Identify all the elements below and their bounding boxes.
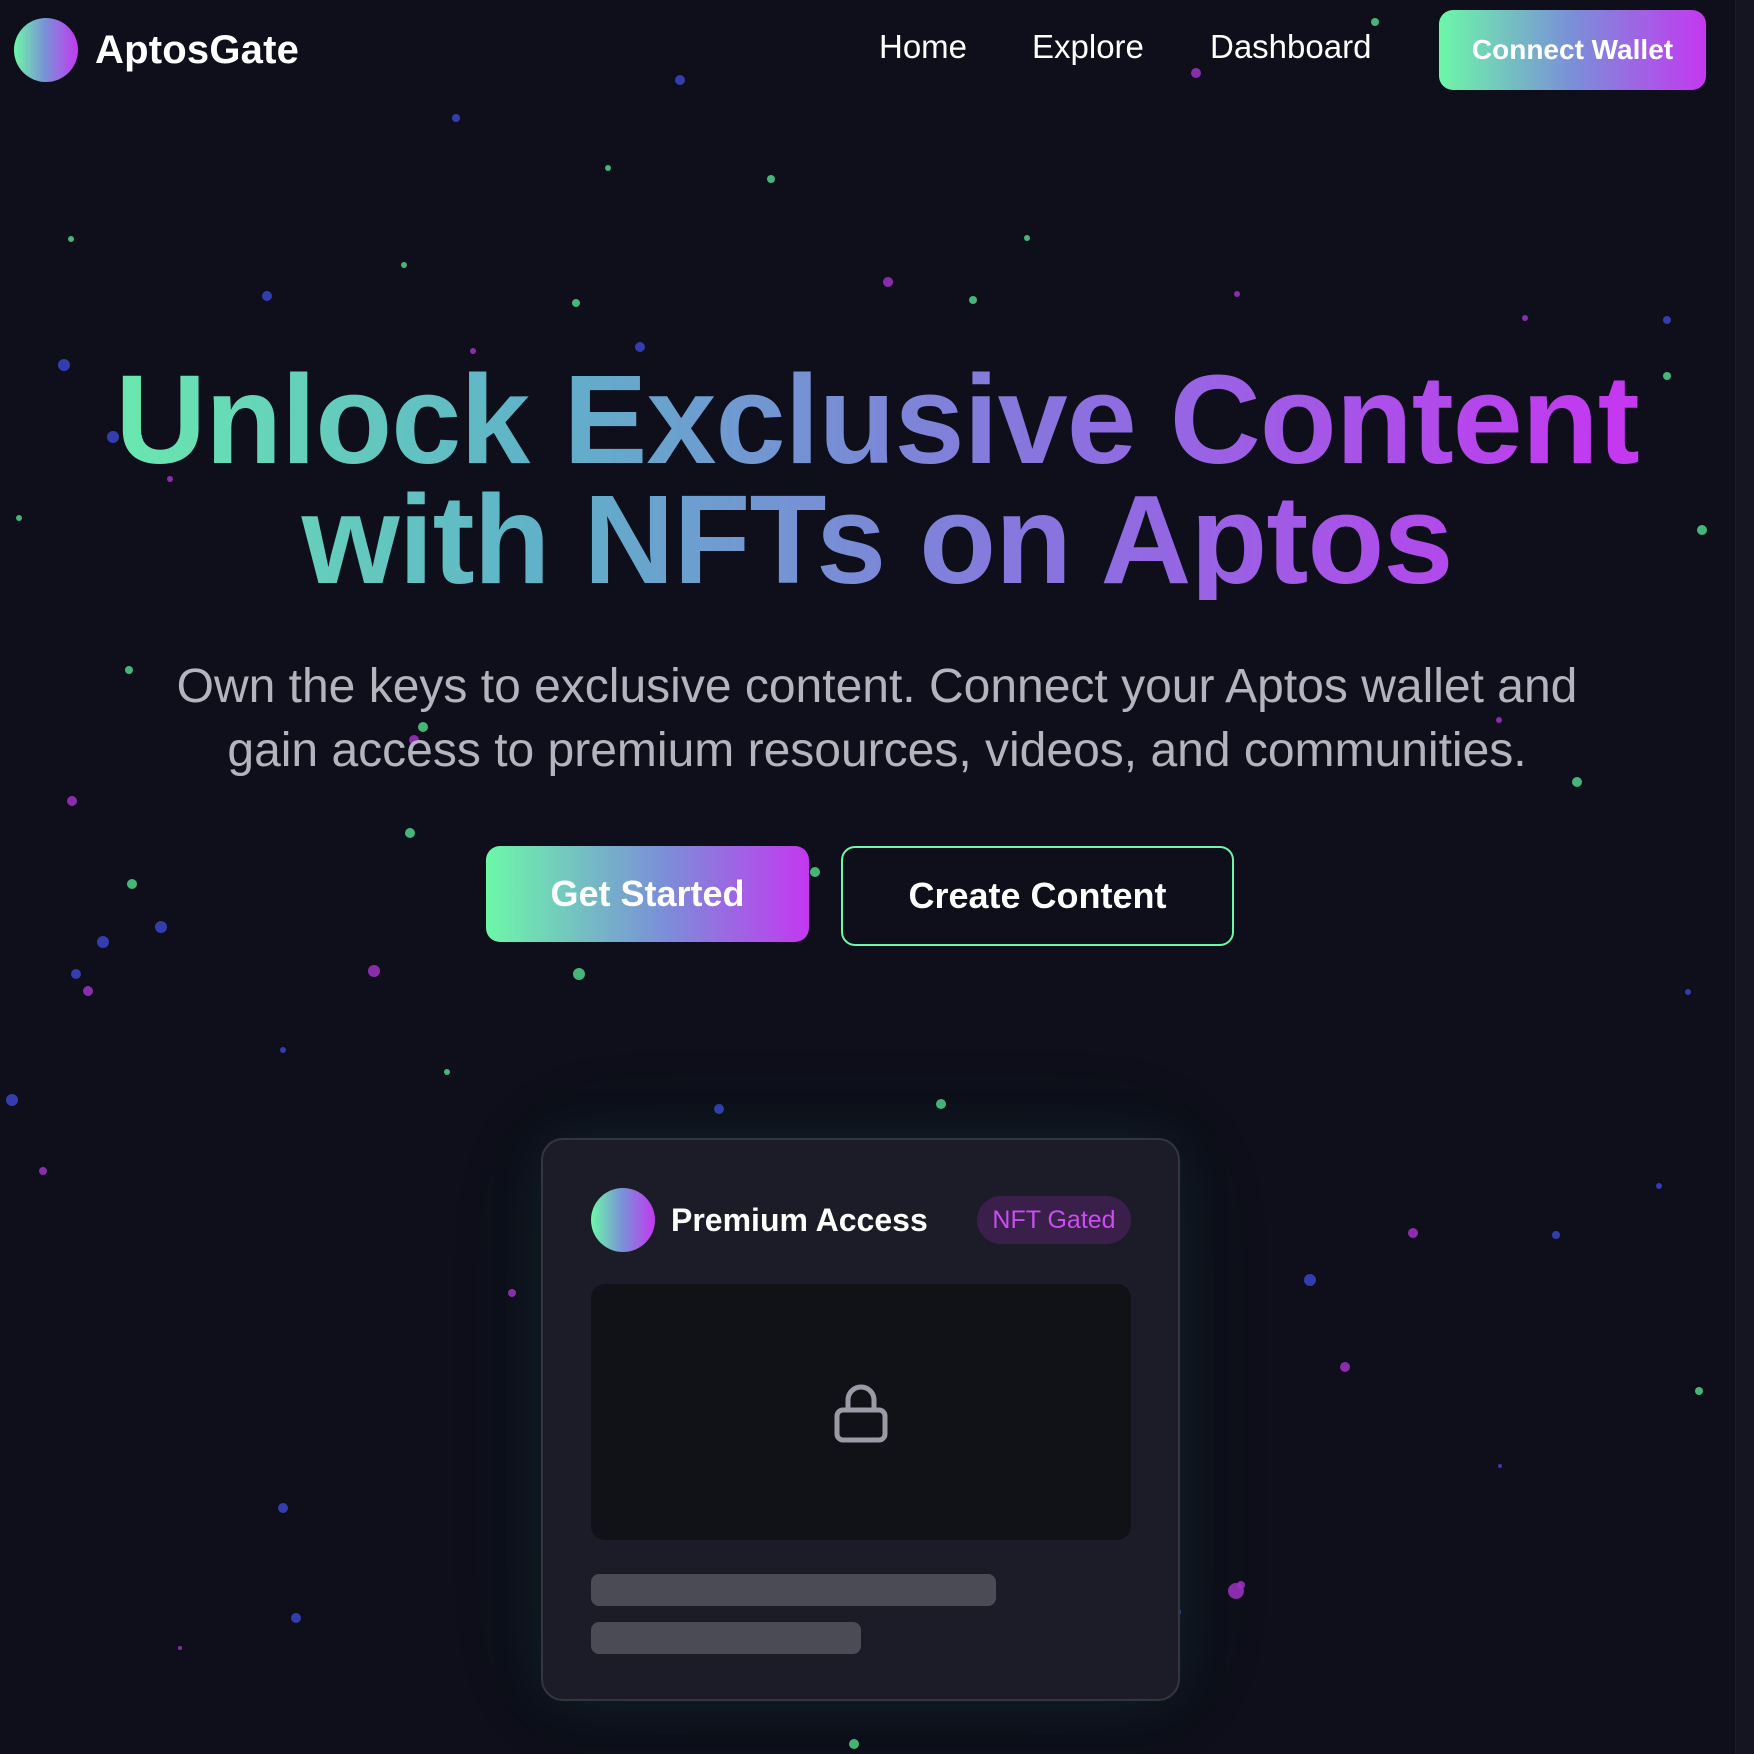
particle-dot (605, 165, 611, 171)
card-avatar (591, 1188, 655, 1252)
create-content-button[interactable]: Create Content (841, 846, 1234, 946)
connect-wallet-button[interactable]: Connect Wallet (1439, 10, 1706, 90)
placeholder-line-1 (591, 1574, 996, 1606)
hero-subtitle-line-1: Own the keys to exclusive content. Conne… (176, 660, 1578, 713)
particle-dot (6, 1094, 18, 1106)
particle-dot (1522, 315, 1528, 321)
particle-dot (262, 291, 272, 301)
locked-content-preview (591, 1284, 1131, 1540)
particle-dot (1228, 1583, 1244, 1599)
particle-dot (155, 921, 167, 933)
hero-subtitle: Own the keys to exclusive content. Conne… (0, 655, 1754, 783)
particle-dot (572, 299, 580, 307)
particle-dot (278, 1503, 288, 1513)
particle-dot (39, 1167, 47, 1175)
particle-dot (1663, 316, 1671, 324)
particle-dot (883, 277, 893, 287)
particle-dot (401, 262, 407, 268)
scrollbar[interactable] (1735, 0, 1754, 1754)
particle-dot (1656, 1183, 1662, 1189)
landing-page: AptosGate Home Explore Dashboard Connect… (0, 0, 1754, 1754)
premium-access-card[interactable]: Premium Access NFT Gated (541, 1138, 1180, 1701)
particle-dot (810, 867, 820, 877)
particle-dot (1340, 1362, 1350, 1372)
particle-dot (508, 1289, 516, 1297)
particle-dot (714, 1104, 724, 1114)
particle-dot (71, 969, 81, 979)
particle-dot (1695, 1387, 1703, 1395)
particle-dot (1234, 291, 1240, 297)
particle-dot (97, 936, 109, 948)
particle-dot (291, 1613, 301, 1623)
particle-dot (1685, 989, 1691, 995)
particle-dot (444, 1069, 450, 1075)
placeholder-line-2 (591, 1622, 861, 1654)
particle-dot (368, 965, 380, 977)
particle-dot (1498, 1464, 1502, 1468)
particle-dot (68, 236, 74, 242)
particle-dot (969, 296, 977, 304)
particle-dot (1408, 1228, 1418, 1238)
hero-title-line-2: with NFTs on Aptos (301, 469, 1453, 610)
particle-dot (1304, 1274, 1316, 1286)
particle-dot (405, 828, 415, 838)
particle-dot (849, 1739, 859, 1749)
nav-link-dashboard[interactable]: Dashboard (1210, 28, 1371, 66)
particle-dot (127, 879, 137, 889)
particle-dot (573, 968, 585, 980)
particle-dot (767, 175, 775, 183)
card-title: Premium Access (671, 1202, 928, 1238)
particle-dot (83, 986, 93, 996)
hero-title-line-1: Unlock Exclusive Content (115, 349, 1639, 490)
nav-links: Home Explore Dashboard (0, 28, 1400, 72)
particle-dot (1552, 1231, 1560, 1239)
particle-dot (1024, 235, 1030, 241)
hero-subtitle-line-2: gain access to premium resources, videos… (227, 724, 1527, 777)
particle-dot (1237, 1581, 1245, 1589)
get-started-button[interactable]: Get Started (486, 846, 809, 942)
hero-title: Unlock Exclusive Content with NFTs on Ap… (0, 360, 1754, 600)
nav-link-home[interactable]: Home (879, 28, 967, 66)
particle-dot (280, 1047, 286, 1053)
particle-dot (936, 1099, 946, 1109)
top-navigation: AptosGate Home Explore Dashboard Connect… (0, 0, 1736, 100)
nft-gated-badge: NFT Gated (977, 1196, 1131, 1244)
particle-dot (178, 1646, 182, 1650)
particle-dot (452, 114, 460, 122)
particle-dot (67, 796, 77, 806)
nav-link-explore[interactable]: Explore (1032, 28, 1144, 66)
lock-icon (834, 1384, 888, 1443)
